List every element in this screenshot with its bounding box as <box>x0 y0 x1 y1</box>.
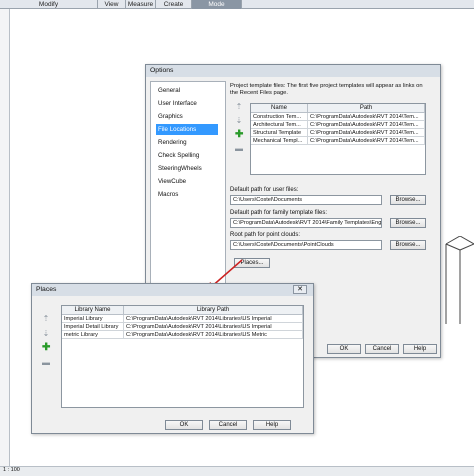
library-name[interactable]: Imperial Library <box>62 315 124 323</box>
template-path[interactable]: C:\ProgramData\Autodesk\RVT 2014\Tem... <box>308 121 425 129</box>
user-files-label: Default path for user files: <box>230 187 299 193</box>
family-template-label: Default path for family template files: <box>230 210 328 216</box>
library-name[interactable]: metric Library <box>62 331 124 339</box>
point-cloud-path[interactable]: C:\Users\Costel\Documents\PointClouds <box>230 240 382 250</box>
move-up-icon[interactable]: ⇡ <box>42 315 50 323</box>
ribbon-tab-label: View <box>104 1 119 8</box>
column-header-library-path[interactable]: Library Path <box>124 306 303 315</box>
nav-macros[interactable]: Macros <box>156 189 218 200</box>
column-header-library-name[interactable]: Library Name <box>62 306 124 315</box>
template-name[interactable]: Mechanical Templ... <box>251 137 308 145</box>
nav-viewcube[interactable]: ViewCube <box>156 176 218 187</box>
places-help-button[interactable]: Help <box>253 420 291 430</box>
places-cancel-button[interactable]: Cancel <box>209 420 247 430</box>
options-title: Options <box>150 67 174 74</box>
remove-icon[interactable]: ▬ <box>235 145 243 153</box>
move-down-icon[interactable]: ⇣ <box>42 330 50 338</box>
status-bar: 1 : 100 <box>0 466 474 476</box>
options-cancel-button[interactable]: Cancel <box>365 344 399 354</box>
family-template-path[interactable]: C:\ProgramData\Autodesk\RVT 2014\Family … <box>230 218 382 228</box>
template-path[interactable]: C:\ProgramData\Autodesk\RVT 2014\Tem... <box>308 137 425 145</box>
browse-family-button[interactable]: Browse... <box>390 218 426 228</box>
templates-table: Name Path Construction Tem... C:\Program… <box>250 103 426 175</box>
template-path[interactable]: C:\ProgramData\Autodesk\RVT 2014\Tem... <box>308 129 425 137</box>
library-path[interactable]: C:\ProgramData\Autodesk\RVT 2014\Librari… <box>124 315 303 323</box>
column-header-path[interactable]: Path <box>308 104 425 113</box>
user-files-path[interactable]: C:\Users\Costel\Documents <box>230 195 382 205</box>
places-table: Library Name Library Path Imperial Libra… <box>61 305 304 408</box>
nav-rendering[interactable]: Rendering <box>156 137 218 148</box>
point-cloud-label: Root path for point clouds: <box>230 232 301 238</box>
nav-graphics[interactable]: Graphics <box>156 111 218 122</box>
ribbon-tab-modify[interactable]: Modify <box>0 0 98 9</box>
ribbon-tab-measure[interactable]: Measure <box>126 0 156 9</box>
ribbon-tab-label: Measure <box>127 1 154 8</box>
model-geometry <box>445 236 474 324</box>
column-header-name[interactable]: Name <box>251 104 308 113</box>
library-path[interactable]: C:\ProgramData\Autodesk\RVT 2014\Librari… <box>124 331 303 339</box>
library-name[interactable]: Imperial Detail Library <box>62 323 124 331</box>
add-icon[interactable]: ✚ <box>42 343 50 353</box>
ribbon-tab-label: Modify <box>38 1 59 8</box>
options-help-button[interactable]: Help <box>403 344 437 354</box>
browse-user-files-button[interactable]: Browse... <box>390 195 426 205</box>
template-path[interactable]: C:\ProgramData\Autodesk\RVT 2014\Tem... <box>308 113 425 121</box>
move-up-icon[interactable]: ⇡ <box>235 103 243 111</box>
close-icon[interactable]: ✕ <box>293 285 307 294</box>
view-scale[interactable]: 1 : 100 <box>3 467 20 473</box>
template-name[interactable]: Structural Template <box>251 129 308 137</box>
remove-icon[interactable]: ▬ <box>42 359 50 367</box>
move-down-icon[interactable]: ⇣ <box>235 117 243 125</box>
nav-user-interface[interactable]: User Interface <box>156 98 218 109</box>
options-ok-button[interactable]: OK <box>327 344 361 354</box>
library-path[interactable]: C:\ProgramData\Autodesk\RVT 2014\Librari… <box>124 323 303 331</box>
options-titlebar: Options <box>146 65 440 77</box>
places-titlebar: Places <box>32 284 313 296</box>
template-name[interactable]: Construction Tem... <box>251 113 308 121</box>
browse-point-cloud-button[interactable]: Browse... <box>390 240 426 250</box>
nav-steeringwheels[interactable]: SteeringWheels <box>156 163 218 174</box>
properties-strip <box>0 9 10 476</box>
places-dialog: Places ✕ ⇡ ⇣ ✚ ▬ Library Name Library Pa… <box>31 283 314 434</box>
ribbon-tab-view[interactable]: View <box>98 0 126 9</box>
templates-intro: Project template files: The first five p… <box>230 83 423 96</box>
places-ok-button[interactable]: OK <box>165 420 203 430</box>
ribbon-tab-mode[interactable]: Mode <box>192 0 242 9</box>
places-title: Places <box>36 286 57 293</box>
nav-file-locations[interactable]: File Locations <box>156 124 218 135</box>
nav-check-spelling[interactable]: Check Spelling <box>156 150 218 161</box>
add-icon[interactable]: ✚ <box>235 130 243 140</box>
ribbon-tab-label: Create <box>163 1 184 8</box>
ribbon-tab-create[interactable]: Create <box>156 0 192 9</box>
template-name[interactable]: Architectural Tem... <box>251 121 308 129</box>
ribbon-tab-label: Mode <box>208 1 225 8</box>
nav-general[interactable]: General <box>156 85 218 96</box>
